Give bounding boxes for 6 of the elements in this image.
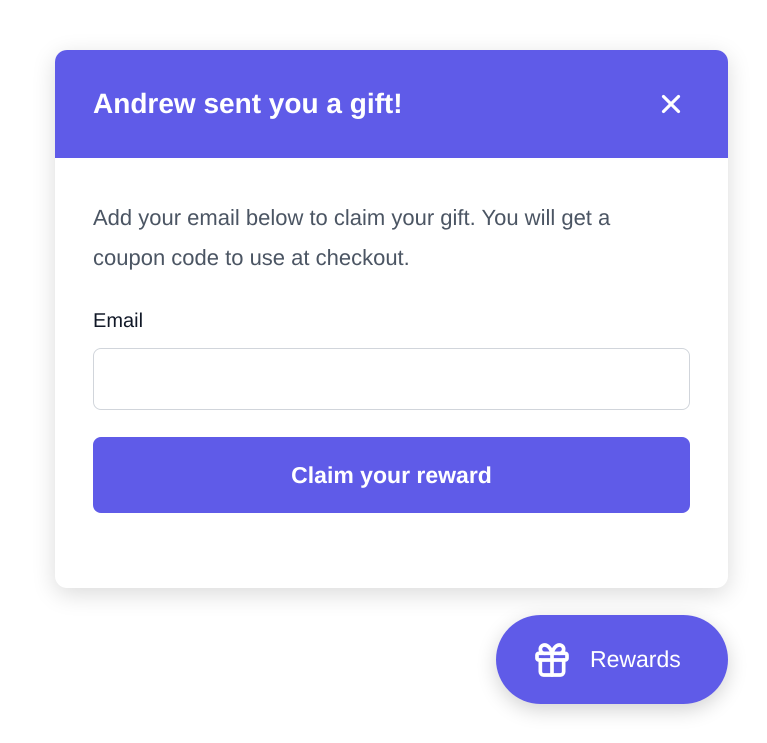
modal-title: Andrew sent you a gift! xyxy=(93,87,403,121)
rewards-button[interactable]: Rewards xyxy=(496,615,728,704)
claim-button[interactable]: Claim your reward xyxy=(93,437,690,513)
email-label: Email xyxy=(93,309,144,334)
modal-description: Add your email below to claim your gift. You will get a coupon code to use at checkout. xyxy=(93,204,612,272)
email-field[interactable] xyxy=(93,348,690,410)
